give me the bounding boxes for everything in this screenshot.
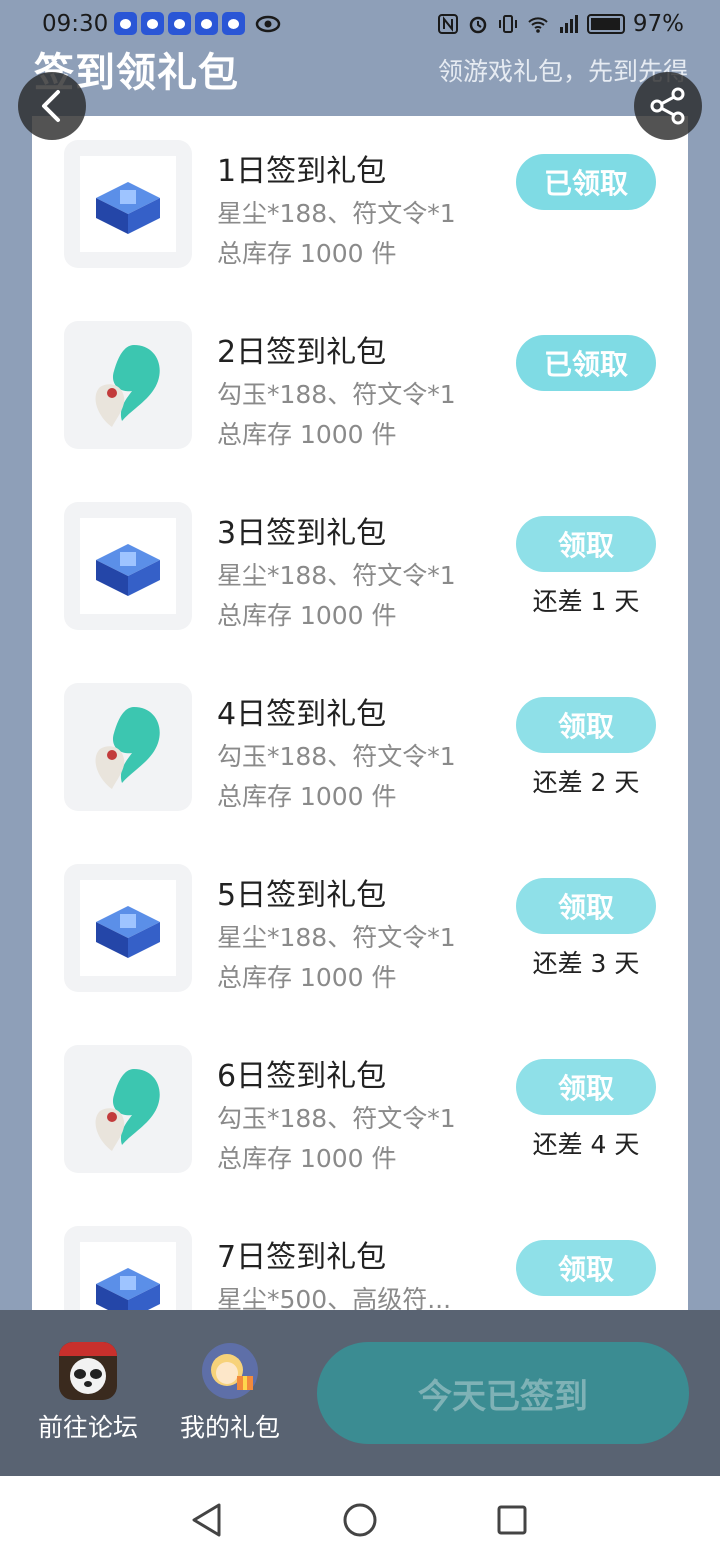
jade-magatama-icon: [95, 707, 160, 789]
gift-thumbnail: [64, 1045, 192, 1173]
gift-title: 7日签到礼包: [217, 1240, 387, 1275]
gift-thumbnail: [64, 140, 192, 268]
circle-home-icon: [343, 1503, 377, 1537]
gift-desc: 星尘*500、高级符...: [217, 1285, 452, 1310]
gift-mascot-icon: [201, 1342, 259, 1400]
vibrate-icon: [498, 15, 517, 33]
gift-stock: 总库存 1000 件: [217, 420, 397, 449]
claim-button[interactable]: 领取: [516, 878, 656, 934]
alarm-icon: [469, 16, 487, 34]
square-recents-icon: [497, 1505, 527, 1535]
gift-item: 5日签到礼包 星尘*188、符文令*1 总库存 1000 件 领取 还差 3 天: [32, 840, 688, 1021]
battery-icon: [586, 14, 625, 34]
signed-in-button[interactable]: 今天已签到: [317, 1342, 689, 1444]
baidu-notification-icon: [168, 12, 191, 35]
chevron-left-icon: [42, 90, 60, 122]
gift-desc: 星尘*188、符文令*1: [217, 561, 456, 590]
claimed-button[interactable]: 已领取: [516, 154, 656, 210]
gift-stock: 总库存 1000 件: [217, 601, 397, 630]
share-button[interactable]: [634, 72, 702, 140]
nav-back-button[interactable]: [186, 1500, 226, 1540]
nfc-icon: [437, 14, 458, 34]
gift-thumbnail: [64, 321, 192, 449]
blue-chest-icon: [96, 1268, 160, 1310]
nav-recents-button[interactable]: [492, 1500, 532, 1540]
system-nav-bar: [0, 1476, 720, 1560]
gift-title: 3日签到礼包: [217, 516, 387, 551]
bottom-bar: 前往论坛 我的礼包 今天已签到: [0, 1310, 720, 1476]
back-button[interactable]: [18, 72, 86, 140]
notification-icons: [114, 12, 281, 35]
gift-stock: 总库存 1000 件: [217, 239, 397, 268]
gift-title: 6日签到礼包: [217, 1059, 387, 1094]
days-remaining: 还差 4 天: [532, 1130, 640, 1159]
baidu-notification-icon: [141, 12, 164, 35]
gift-thumbnail: [64, 864, 192, 992]
claim-button[interactable]: 领取: [516, 1059, 656, 1115]
gift-item: 3日签到礼包 星尘*188、符文令*1 总库存 1000 件 领取 还差 1 天: [32, 478, 688, 659]
gift-stock: 总库存 1000 件: [217, 1144, 397, 1173]
gift-item: 6日签到礼包 勾玉*188、符文令*1 总库存 1000 件 领取 还差 4 天: [32, 1021, 688, 1202]
claim-button[interactable]: 领取: [516, 697, 656, 753]
status-time: 09:30: [42, 11, 109, 37]
gift-desc: 星尘*188、符文令*1: [217, 199, 456, 228]
forum-button[interactable]: 前往论坛: [28, 1342, 148, 1444]
gift-stock: 总库存 1000 件: [217, 782, 397, 811]
days-remaining: 还差 3 天: [532, 949, 640, 978]
gift-desc: 星尘*188、符文令*1: [217, 923, 456, 952]
jade-magatama-icon: [95, 345, 160, 427]
gift-title: 4日签到礼包: [217, 697, 387, 732]
gift-title: 2日签到礼包: [217, 335, 387, 370]
gift-thumbnail: [64, 683, 192, 811]
triangle-back-icon: [192, 1503, 221, 1537]
days-remaining: 还差 1 天: [532, 587, 640, 616]
claim-button[interactable]: 领取: [516, 1240, 656, 1296]
forum-label: 前往论坛: [37, 1413, 138, 1442]
wifi-icon: [528, 17, 548, 33]
eye-icon: [255, 15, 281, 33]
nav-home-button[interactable]: [340, 1500, 380, 1540]
gift-item: 7日签到礼包 星尘*500、高级符... 领取: [32, 1202, 688, 1310]
gift-item: 1日签到礼包 星尘*188、符文令*1 总库存 1000 件 已领取: [32, 116, 688, 297]
gift-item: 4日签到礼包 勾玉*188、符文令*1 总库存 1000 件 领取 还差 2 天: [32, 659, 688, 840]
gift-desc: 勾玉*188、符文令*1: [217, 1104, 456, 1133]
signal-icon: [559, 15, 578, 33]
claim-button[interactable]: 领取: [516, 516, 656, 572]
gift-desc: 勾玉*188、符文令*1: [217, 380, 456, 409]
days-remaining: 还差 2 天: [532, 768, 640, 797]
my-gifts-label: 我的礼包: [179, 1413, 280, 1442]
gift-title: 1日签到礼包: [217, 154, 387, 189]
system-status: 97%: [437, 11, 684, 37]
gift-list[interactable]: 1日签到礼包 星尘*188、符文令*1 总库存 1000 件 已领取 2日签到礼…: [32, 116, 688, 1310]
share-icon: [650, 87, 685, 125]
battery-percent: 97%: [632, 11, 684, 37]
blue-chest-icon: [96, 182, 160, 234]
my-gifts-button[interactable]: 我的礼包: [170, 1342, 290, 1444]
gift-item: 2日签到礼包 勾玉*188、符文令*1 总库存 1000 件 已领取: [32, 297, 688, 478]
claimed-button[interactable]: 已领取: [516, 335, 656, 391]
gift-stock: 总库存 1000 件: [217, 963, 397, 992]
baidu-notification-icon: [222, 12, 245, 35]
gift-thumbnail: [64, 502, 192, 630]
gift-title: 5日签到礼包: [217, 878, 387, 913]
game-avatar-icon: [59, 1342, 117, 1400]
blue-chest-icon: [96, 544, 160, 596]
baidu-notification-icon: [114, 12, 137, 35]
baidu-notification-icon: [195, 12, 218, 35]
gift-desc: 勾玉*188、符文令*1: [217, 742, 456, 771]
blue-chest-icon: [96, 906, 160, 958]
gift-thumbnail: [64, 1226, 192, 1310]
jade-magatama-icon: [95, 1069, 160, 1151]
